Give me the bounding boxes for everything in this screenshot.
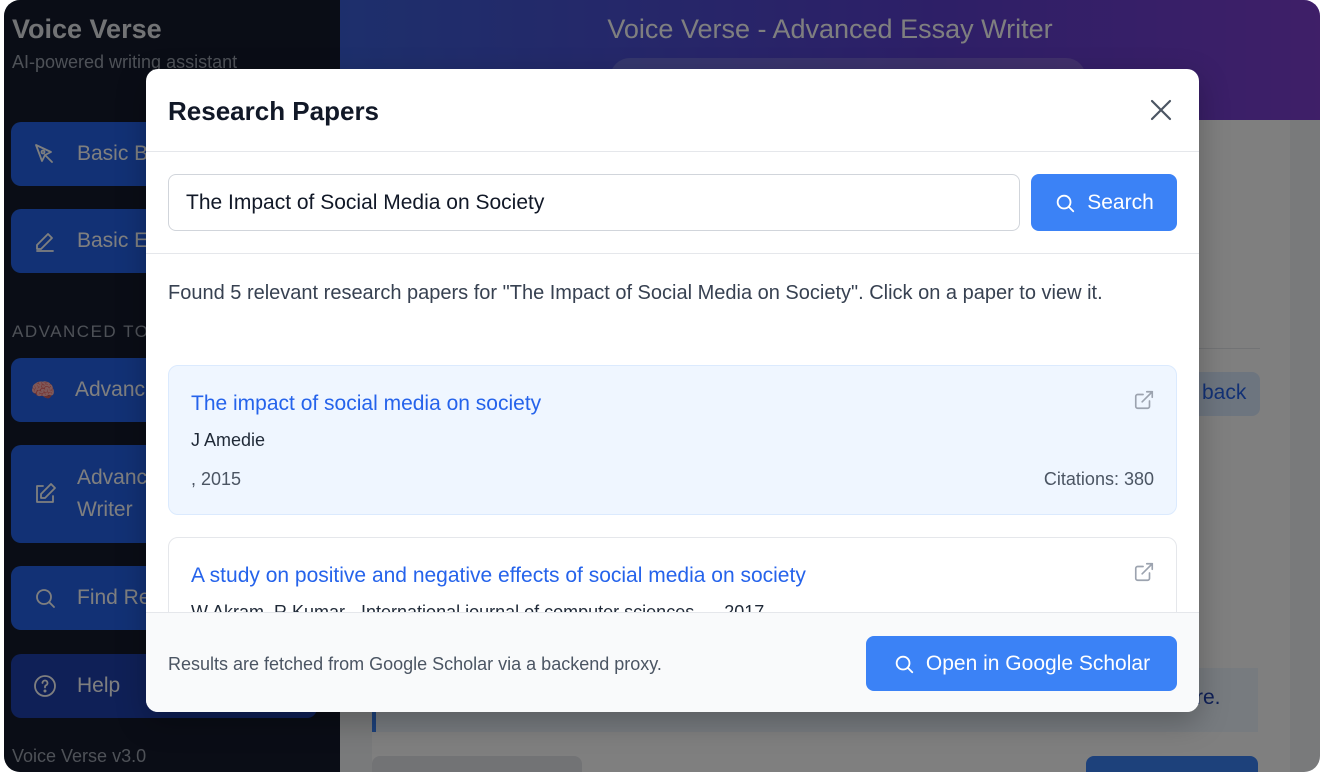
paper-card[interactable]: The impact of social media on society J …	[168, 365, 1177, 515]
results-list[interactable]: Found 5 relevant research papers for "Th…	[146, 255, 1199, 612]
modal-header: Research Papers	[146, 69, 1199, 152]
paper-authors: W Akram, R Kumar - International journal…	[191, 602, 765, 612]
modal-footer: Results are fetched from Google Scholar …	[146, 612, 1199, 712]
search-button[interactable]: Search	[1031, 174, 1177, 231]
research-papers-modal: Research Papers Search Found 5 relevant …	[146, 69, 1199, 712]
open-google-scholar-button[interactable]: Open in Google Scholar	[866, 636, 1177, 691]
close-button[interactable]	[1146, 95, 1176, 125]
search-button-label: Search	[1087, 190, 1154, 214]
scholar-button-label: Open in Google Scholar	[925, 651, 1151, 675]
search-icon	[895, 655, 914, 673]
search-row: Search	[146, 152, 1199, 254]
external-link-icon[interactable]	[1133, 389, 1155, 411]
paper-card[interactable]: A study on positive and negative effects…	[168, 537, 1177, 612]
modal-title: Research Papers	[168, 96, 380, 126]
external-link-icon[interactable]	[1133, 561, 1155, 583]
search-icon	[1056, 194, 1075, 212]
paper-authors: J Amedie	[191, 430, 266, 450]
paper-title-link[interactable]: The impact of social media on society	[191, 392, 541, 416]
paper-title-link[interactable]: A study on positive and negative effects…	[191, 564, 806, 588]
search-input[interactable]	[168, 174, 1020, 231]
results-summary: Found 5 relevant research papers for "Th…	[168, 282, 1103, 304]
footer-note: Results are fetched from Google Scholar …	[168, 654, 662, 674]
paper-citations: Citations: 380	[1043, 469, 1154, 489]
paper-year: , 2015	[191, 469, 242, 489]
close-icon	[1150, 99, 1172, 121]
